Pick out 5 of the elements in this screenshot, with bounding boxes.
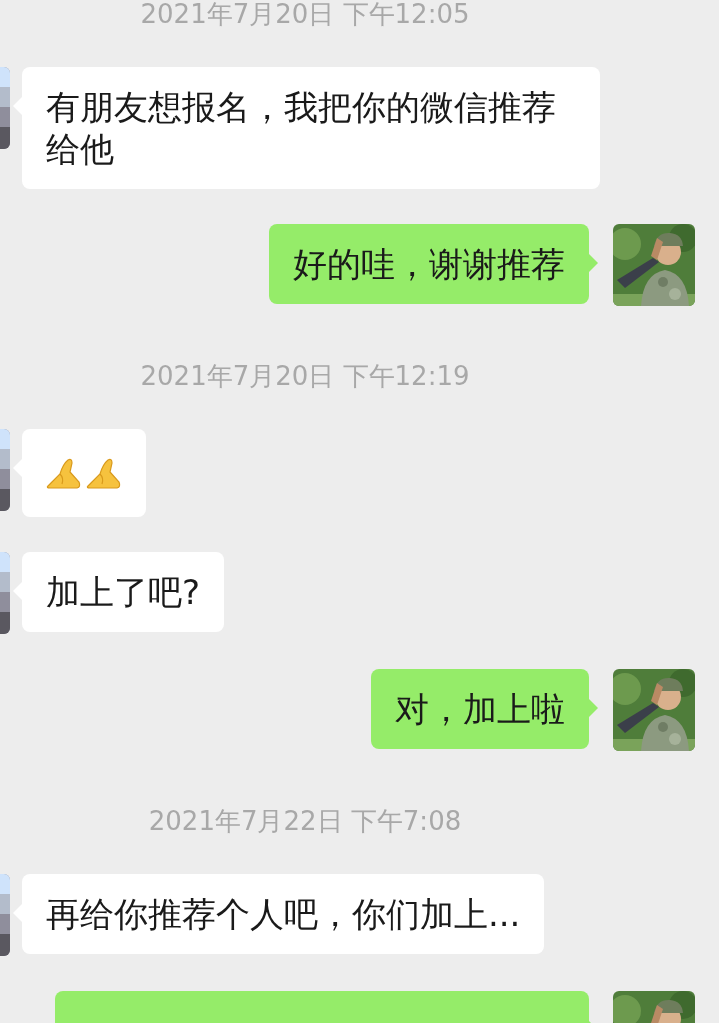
timestamp: 2021年7月20日 下午12:19 (140, 361, 470, 391)
timestamp: 2021年7月22日 下午7:08 (148, 806, 462, 836)
hand-icon (46, 456, 82, 490)
hand-icon (86, 456, 122, 490)
timestamp: 2021年7月20日 下午12:05 (140, 0, 470, 29)
